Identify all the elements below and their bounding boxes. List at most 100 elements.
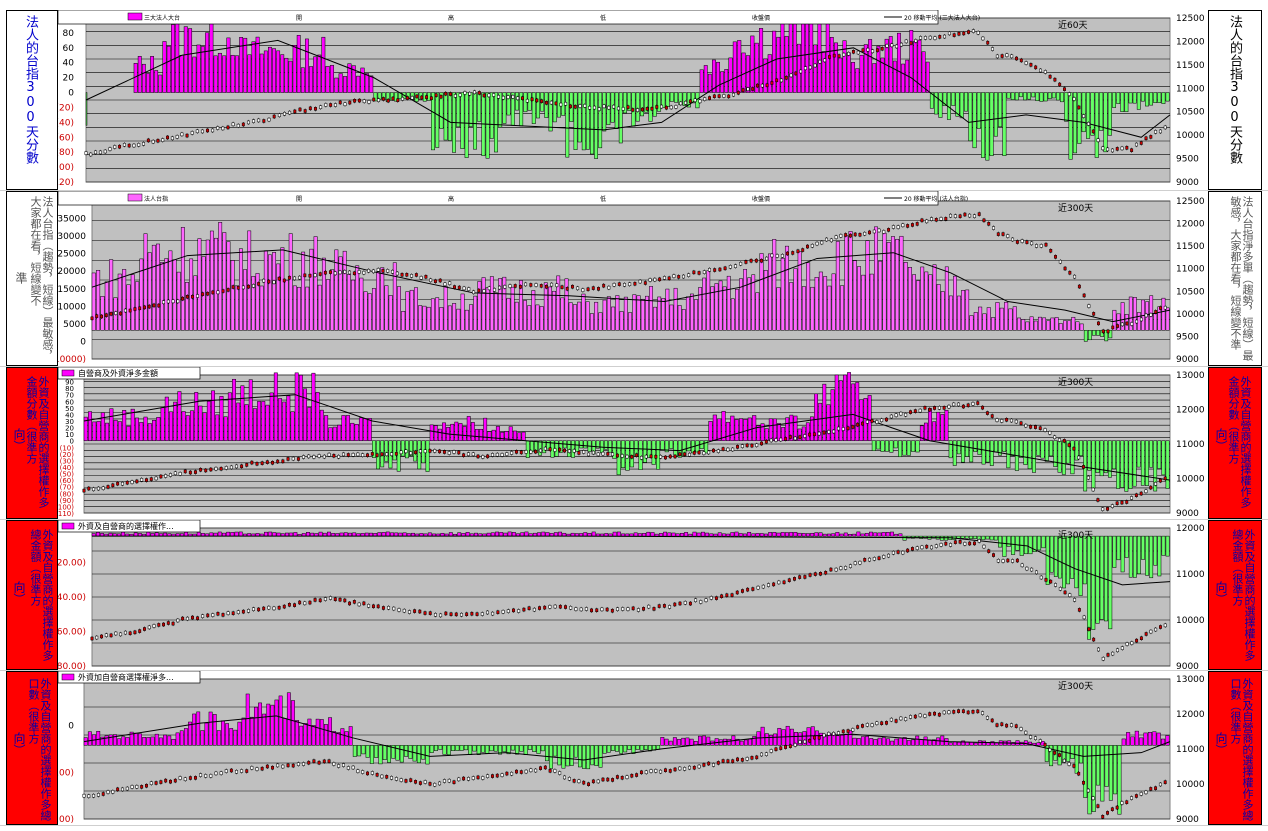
- data-bar: [674, 92, 679, 103]
- data-bar: [418, 305, 423, 331]
- data-bar: [1029, 316, 1034, 331]
- data-bar: [324, 415, 329, 441]
- price-candle: [170, 136, 174, 141]
- price-candle: [692, 451, 696, 455]
- data-bar: [158, 74, 163, 93]
- data-bar: [109, 259, 114, 331]
- data-bar: [369, 745, 374, 764]
- data-bar: [248, 379, 253, 441]
- y-right-tick-label: 9000: [1176, 178, 1199, 188]
- price-candle: [524, 769, 528, 774]
- price-candle: [94, 150, 98, 155]
- price-candle: [302, 762, 306, 766]
- y-right-tick-label: 11500: [1176, 61, 1205, 71]
- data-bar: [909, 30, 914, 93]
- data-bar: [852, 260, 857, 331]
- price-candle: [314, 107, 317, 111]
- price-candle: [418, 609, 422, 614]
- data-bar: [95, 532, 100, 537]
- price-candle: [806, 244, 809, 249]
- price-candle: [708, 268, 711, 272]
- price-candle: [788, 744, 792, 748]
- data-bar: [495, 531, 499, 537]
- data-bar: [272, 532, 277, 537]
- price-candle: [539, 448, 542, 453]
- data-bar: [902, 440, 907, 456]
- data-bar: [193, 275, 198, 331]
- price-candle: [890, 43, 894, 47]
- data-bar: [1141, 535, 1145, 560]
- price-candle: [861, 724, 864, 728]
- data-bar: [831, 533, 836, 537]
- data-bar: [651, 440, 656, 465]
- price-candle: [895, 44, 899, 49]
- data-bar: [611, 306, 616, 331]
- price-candle: [312, 759, 316, 763]
- data-bar: [557, 745, 562, 766]
- price-candle: [353, 98, 357, 103]
- price-candle: [122, 143, 126, 147]
- data-bar: [606, 745, 611, 753]
- price-candle: [933, 36, 937, 40]
- data-bar: [785, 725, 790, 746]
- price-candle: [1009, 418, 1013, 423]
- price-candle: [385, 775, 389, 779]
- price-candle: [732, 92, 735, 97]
- data-bar: [806, 533, 810, 537]
- data-bar: [590, 92, 594, 155]
- data-bar: [1002, 92, 1007, 156]
- data-bar: [590, 745, 595, 766]
- period-label: 近300天: [1058, 376, 1093, 388]
- price-candle: [147, 625, 151, 630]
- price-candle: [221, 289, 225, 293]
- price-candle: [577, 451, 581, 455]
- data-bar: [784, 532, 789, 537]
- data-bar: [216, 730, 221, 746]
- price-candle: [972, 541, 976, 546]
- data-bar: [977, 440, 982, 455]
- price-candle: [145, 783, 148, 788]
- price-candle: [559, 102, 563, 107]
- data-bar: [823, 276, 828, 331]
- price-candle: [338, 597, 342, 602]
- price-candle: [1116, 324, 1119, 328]
- data-bar: [363, 291, 368, 331]
- data-bar: [951, 92, 956, 106]
- data-bar: [401, 311, 406, 331]
- chart-legend: 法人台指開高低收盤價 20 移動平均 (法人台指): [58, 191, 968, 206]
- price-candle: [211, 128, 215, 133]
- right-label-text: 外資及自營商的選擇權作多總口數（很準方: [1229, 678, 1254, 821]
- price-candle: [957, 32, 961, 36]
- data-bar: [902, 535, 907, 541]
- data-bar: [342, 250, 347, 331]
- data-bar: [1023, 440, 1028, 465]
- price-candle: [736, 91, 740, 95]
- data-bar: [1153, 92, 1158, 103]
- price-candle: [1034, 570, 1038, 575]
- data-bar: [1165, 92, 1170, 102]
- data-bar: [911, 440, 916, 452]
- price-candle: [1067, 443, 1071, 447]
- data-bar: [784, 245, 789, 331]
- data-bar: [577, 301, 582, 331]
- data-bar: [1040, 440, 1045, 459]
- data-bar: [213, 55, 218, 93]
- data-bar: [489, 92, 494, 139]
- data-bar: [454, 421, 459, 441]
- price-candle: [712, 763, 715, 767]
- data-bar: [284, 279, 289, 331]
- data-bar: [1165, 735, 1170, 746]
- price-candle: [617, 282, 621, 286]
- data-bar: [737, 40, 742, 93]
- data-bar: [204, 722, 209, 746]
- data-bar: [1136, 92, 1141, 110]
- data-bar: [844, 235, 849, 331]
- right-label-panel-5: 外資及自營商的選擇權作多總口數（很準方 向）: [1208, 671, 1262, 825]
- price-candle: [812, 735, 816, 740]
- price-candle: [164, 474, 168, 478]
- price-candle: [786, 251, 789, 256]
- price-candle: [942, 710, 946, 715]
- price-candle: [1115, 501, 1119, 505]
- price-candle: [822, 430, 826, 435]
- price-candle: [832, 429, 836, 434]
